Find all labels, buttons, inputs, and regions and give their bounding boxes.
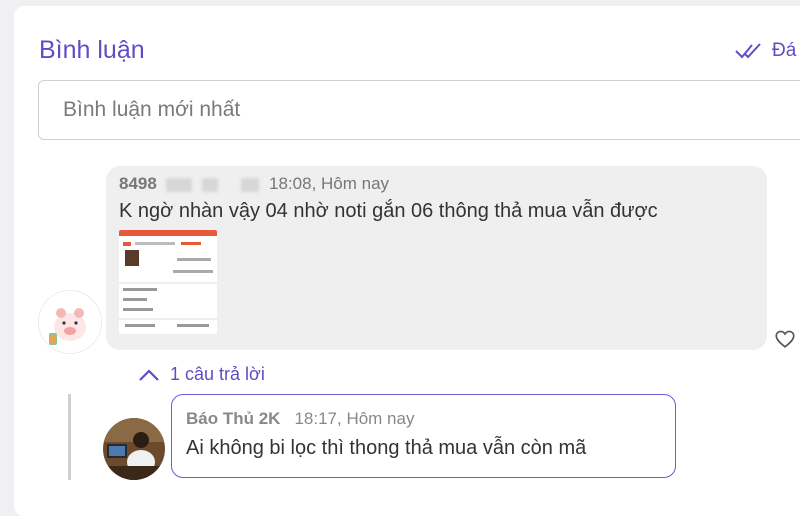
section-title: Bình luận [39,36,145,64]
replies-count-label: 1 câu trả lời [170,364,265,384]
redacted-block [241,177,260,192]
reply-time: 18:17, Hôm nay [294,409,415,428]
sort-select-input[interactable] [38,80,800,140]
comment-meta: 8498 18:08, Hôm nay [119,174,389,194]
reply-bubble: Báo Thủ 2K 18:17, Hôm nay Ai không bi lọ… [171,394,676,478]
reply-text: Ai không bi lọc thì thong thả mua vẫn cò… [186,437,587,459]
comment-bubble: 8498 18:08, Hôm nay K ngờ nhàn vậy 04 nh… [106,166,767,350]
mark-all-read-button[interactable]: Đá [734,40,796,62]
thread-line [68,394,71,480]
mark-all-read-label: Đá [772,40,797,61]
redacted-block [165,177,192,192]
replies-toggle-button[interactable]: 1 câu trả lời [138,364,265,385]
reply-username[interactable]: Báo Thủ 2K [186,409,280,429]
avatar[interactable] [103,418,165,480]
comment-username: 8498 [119,174,260,194]
reply-meta: Báo Thủ 2K 18:17, Hôm nay [186,409,414,429]
attached-screenshot-image[interactable] [119,230,217,334]
heart-icon[interactable] [774,328,796,350]
avatar[interactable] [38,290,102,354]
pig-avatar-image [39,291,101,353]
screenshot-thumbnail [119,230,217,334]
chevron-up-icon [139,368,159,381]
comment-text: K ngờ nhàn vậy 04 nhờ noti gắn 06 thông … [119,200,658,222]
comment-time: 18:08, Hôm nay [269,174,390,193]
user-avatar-image [103,418,165,480]
username-text: 8498 [119,174,157,193]
double-check-icon [735,43,761,59]
redacted-block [202,177,219,192]
